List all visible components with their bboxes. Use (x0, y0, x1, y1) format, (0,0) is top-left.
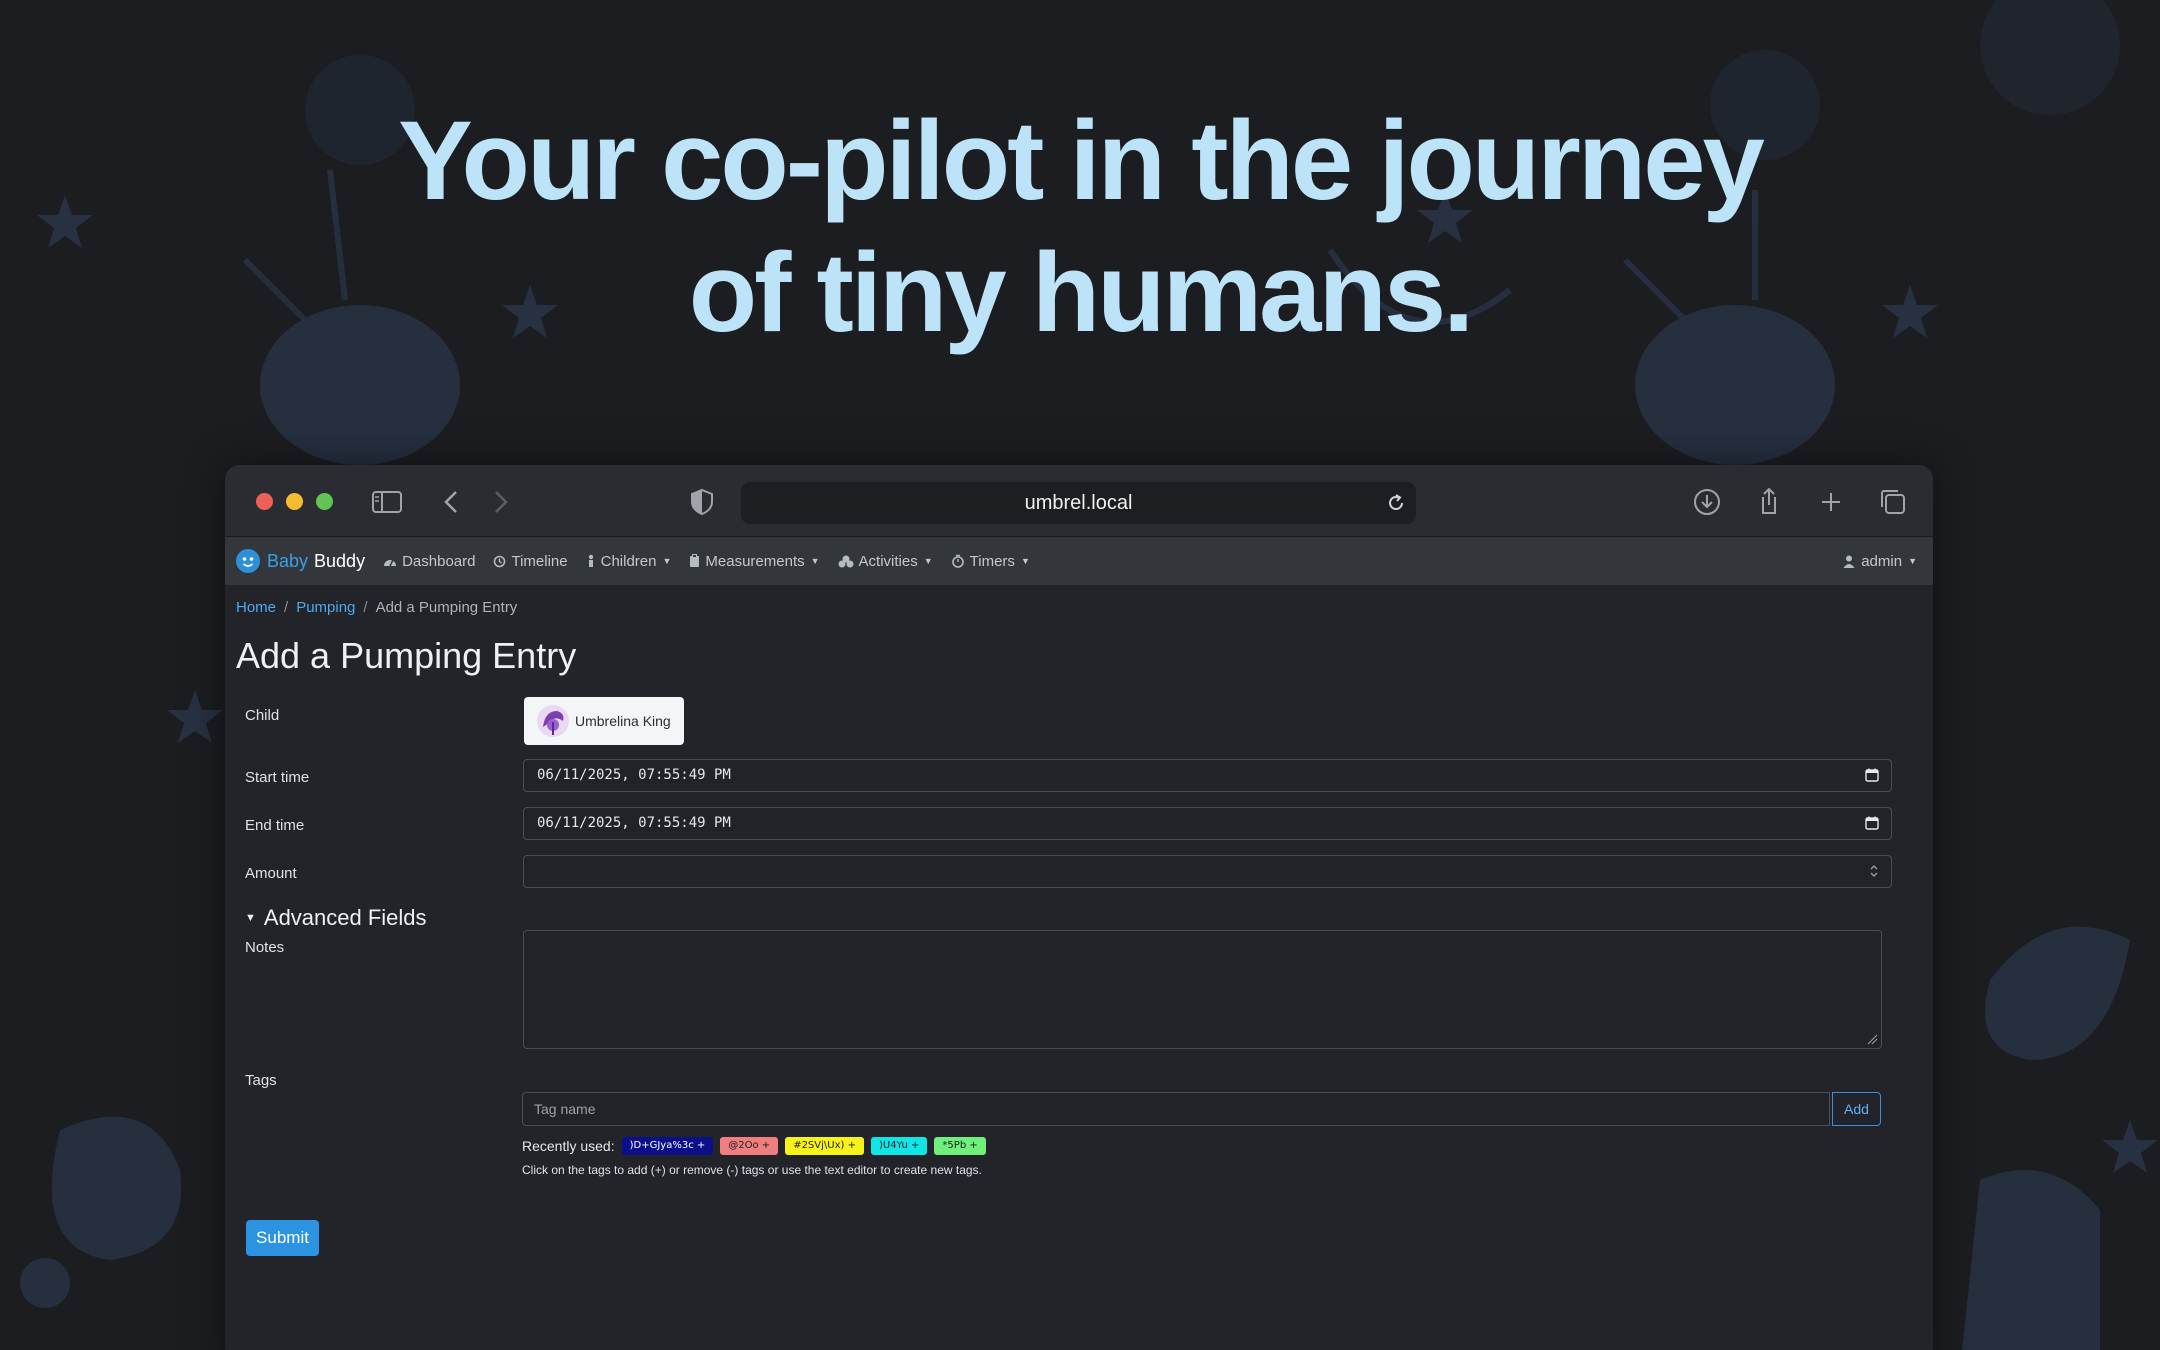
brand-text-baby: Baby (267, 550, 309, 571)
brand-logo[interactable]: Baby Buddy (235, 548, 365, 574)
tab-overview-icon[interactable] (1876, 485, 1910, 519)
main-content: Home / Pumping / Add a Pumping Entry Add a P… (225, 599, 1933, 1256)
new-tab-icon[interactable] (1814, 485, 1848, 519)
share-icon[interactable] (1752, 485, 1786, 519)
recent-tag-3[interactable]: #2SVj\Ux) + (785, 1137, 864, 1155)
nav-activities[interactable]: Activities ▼ (838, 553, 933, 570)
nav-timers[interactable]: Timers ▼ (951, 553, 1030, 570)
nav-measurements[interactable]: Measurements ▼ (689, 552, 820, 570)
app-navbar: Baby Buddy Dashboard Timeline Children ▼… (225, 537, 1933, 585)
nav-timeline-label: Timeline (511, 552, 568, 570)
calendar-icon[interactable] (1865, 816, 1879, 830)
triangle-down-icon: ▼ (245, 912, 256, 924)
browser-window: umbrel.local Baby Buddy Dashboard Timeli… (225, 465, 1933, 1350)
pumping-form: Child Umbrelina King Start time 06/11/20… (225, 697, 1933, 1350)
end-time-input[interactable]: 06/11/2025, 07:55:49 PM (523, 807, 1892, 840)
end-time-label: End time (245, 817, 305, 834)
number-stepper-icon[interactable] (1869, 864, 1879, 878)
recent-tag-4[interactable]: )U4Yu + (870, 1137, 928, 1155)
page-title: Add a Pumping Entry (236, 635, 577, 676)
address-bar[interactable]: umbrel.local (741, 482, 1416, 524)
history-icon (494, 555, 506, 567)
nav-activities-label: Activities (858, 552, 918, 570)
clipboard-icon (690, 554, 700, 567)
advanced-fields-label: Advanced Fields (263, 905, 427, 930)
back-icon[interactable] (435, 485, 469, 519)
recent-tag-2[interactable]: @2Oo + (720, 1137, 779, 1155)
dashboard-icon (384, 559, 397, 567)
tag-name-placeholder: Tag name (534, 1101, 596, 1117)
hero-line-1: Your co-pilot in the journey (398, 98, 1765, 223)
activities-icon (838, 555, 854, 567)
child-name: Umbrelina King (575, 713, 671, 729)
recently-used-label: Recently used: (522, 1138, 615, 1154)
amount-input[interactable] (523, 855, 1892, 888)
breadcrumb-pumping[interactable]: Pumping (296, 599, 355, 616)
nav-children[interactable]: Children ▼ (586, 552, 672, 570)
chevron-down-icon: ▼ (810, 556, 820, 566)
user-name: admin (1861, 552, 1903, 570)
user-icon (1843, 555, 1855, 568)
tag-name-input[interactable]: Tag name (522, 1092, 1830, 1126)
nav-timers-label: Timers (969, 552, 1015, 570)
start-time-label: Start time (245, 769, 310, 786)
forward-icon[interactable] (483, 485, 517, 519)
child-select-button[interactable]: Umbrelina King (524, 697, 684, 745)
child-icon (588, 554, 593, 567)
minimize-window-button[interactable] (286, 493, 303, 510)
breadcrumb-separator: / (284, 599, 289, 616)
nav-timeline[interactable]: Timeline (493, 552, 568, 570)
nav-children-label: Children (600, 552, 657, 570)
notes-label: Notes (245, 939, 285, 956)
nav-dashboard-label: Dashboard (402, 552, 476, 570)
reload-icon[interactable] (1384, 491, 1408, 515)
brand-text-buddy: Buddy (314, 550, 366, 571)
chevron-down-icon: ▼ (662, 556, 672, 566)
privacy-shield-icon[interactable] (685, 485, 719, 519)
breadcrumb-home[interactable]: Home (236, 599, 276, 616)
submit-button[interactable]: Submit (246, 1220, 319, 1256)
calendar-icon[interactable] (1865, 768, 1879, 782)
close-window-button[interactable] (256, 493, 273, 510)
nav-measurements-label: Measurements (705, 552, 805, 570)
breadcrumb-current: Add a Pumping Entry (375, 599, 518, 616)
child-avatar (537, 705, 569, 737)
hero-line-2: of tiny humans. (688, 230, 1475, 355)
start-time-input[interactable]: 06/11/2025, 07:55:49 PM (523, 759, 1892, 792)
end-time-value: 06/11/2025, 07:55:49 PM (537, 815, 731, 831)
timer-icon (951, 554, 964, 568)
recent-tag-1[interactable]: )D+GJya%3c + (621, 1137, 714, 1155)
browser-titlebar: umbrel.local (225, 465, 1933, 537)
recent-tag-5[interactable]: *5Pb + (934, 1137, 986, 1155)
hero-headline: Your co-pilot in the journey of tiny hum… (0, 95, 2160, 359)
add-tag-button[interactable]: Add (1832, 1092, 1881, 1126)
nav-dashboard[interactable]: Dashboard (383, 553, 475, 570)
baby-buddy-logo-icon (236, 549, 260, 573)
advanced-fields-toggle[interactable]: ▼ Advanced Fields (245, 905, 427, 931)
zoom-window-button[interactable] (316, 493, 333, 510)
chevron-down-icon: ▼ (1908, 556, 1917, 566)
breadcrumb: Home / Pumping / Add a Pumping Entry (236, 599, 1933, 619)
sidebar-toggle-icon[interactable] (370, 485, 404, 519)
tags-help-text: Click on the tags to add (+) or remove (… (522, 1163, 982, 1177)
breadcrumb-separator: / (363, 599, 368, 616)
child-label: Child (245, 707, 280, 724)
chevron-down-icon: ▼ (1020, 556, 1030, 566)
amount-label: Amount (245, 865, 297, 882)
start-time-value: 06/11/2025, 07:55:49 PM (537, 767, 731, 783)
recently-used-tags: Recently used: )D+GJya%3c + @2Oo + #2SVj… (522, 1137, 986, 1155)
chevron-down-icon: ▼ (923, 556, 933, 566)
url-text: umbrel.local (1024, 492, 1133, 514)
tags-label: Tags (245, 1072, 277, 1089)
notes-textarea[interactable] (523, 930, 1882, 1049)
user-menu[interactable]: admin ▼ (1843, 537, 1917, 585)
resize-handle-icon[interactable] (1866, 1033, 1878, 1045)
downloads-icon[interactable] (1690, 485, 1724, 519)
